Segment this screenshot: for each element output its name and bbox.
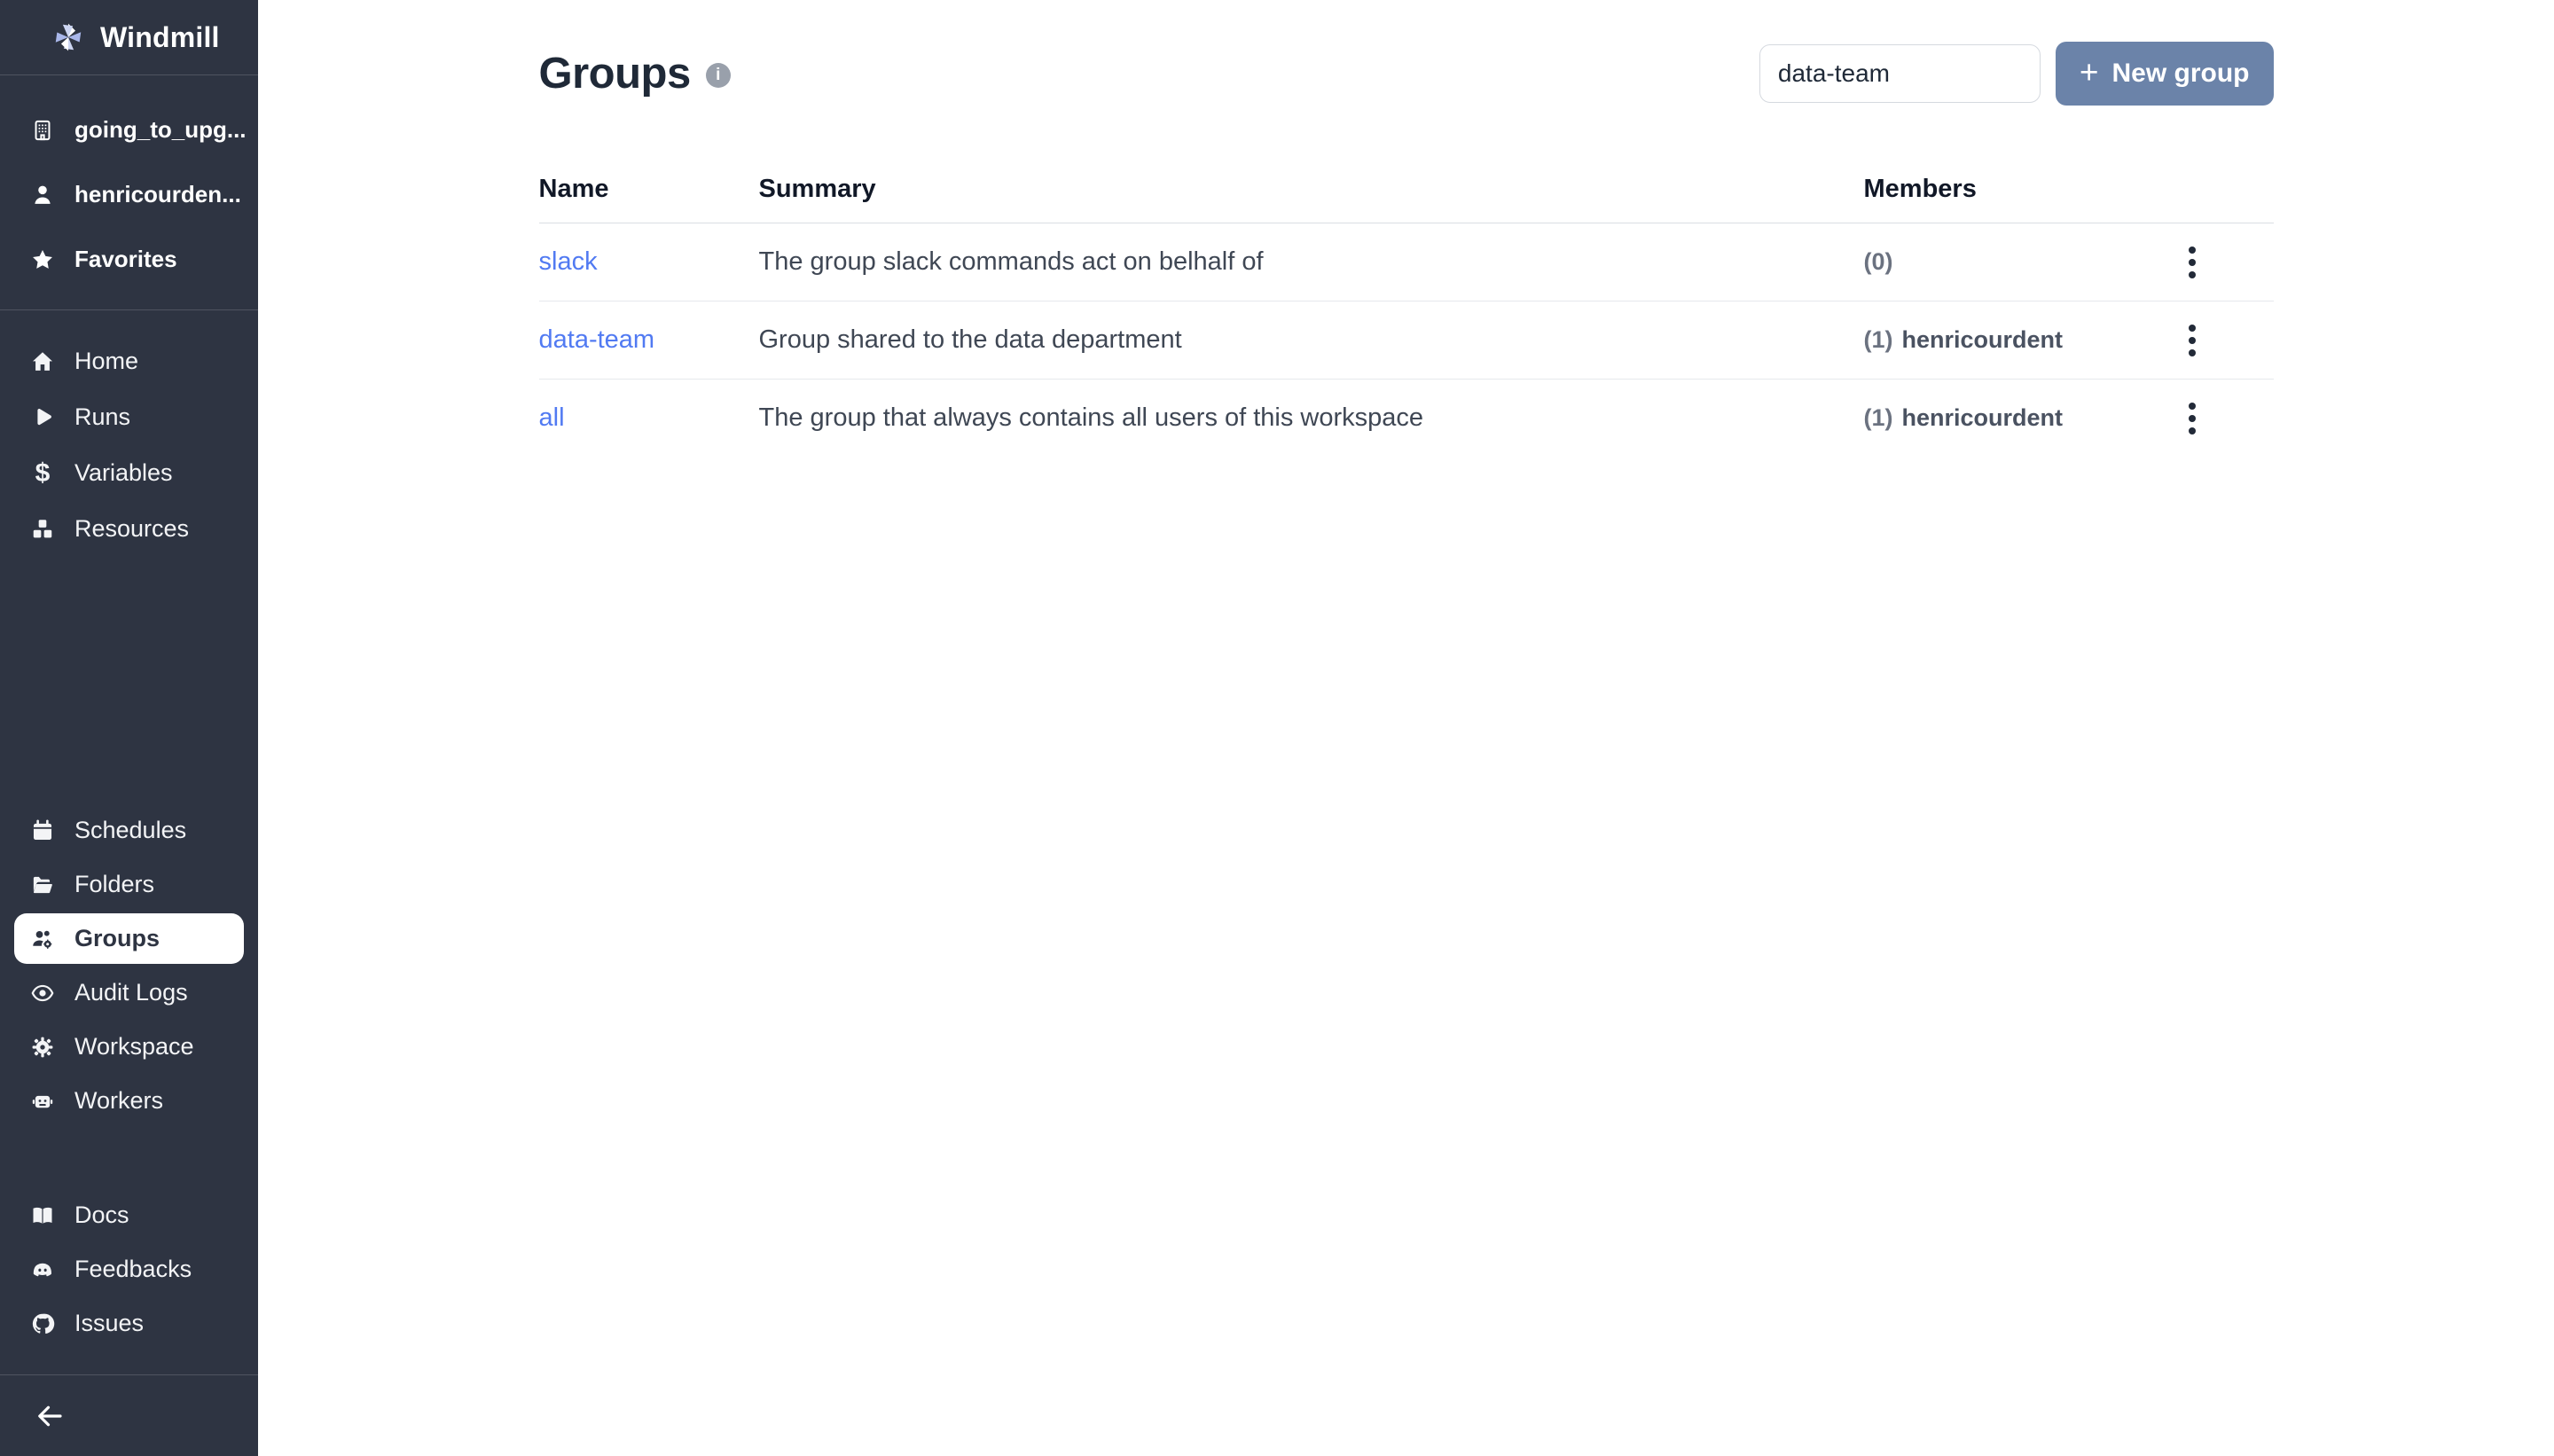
new-group-button[interactable]: + New group: [2056, 42, 2274, 106]
column-header-members: Members: [1864, 175, 2166, 204]
main-area: Groups i + New group Name Summary Member…: [258, 0, 2554, 1456]
group-summary: Group shared to the data department: [759, 325, 1864, 355]
nav-label: Variables: [74, 459, 173, 487]
plus-icon: +: [2080, 56, 2099, 89]
collapse-sidebar-button[interactable]: [27, 1393, 73, 1439]
user-group-gear-icon: [30, 927, 55, 951]
group-summary: The group that always contains all users…: [759, 403, 1864, 433]
nav-label: Workspace: [74, 1033, 194, 1061]
arrow-left-icon: [34, 1400, 66, 1432]
star-icon: [30, 247, 55, 272]
sidebar-item-favorites[interactable]: Favorites: [0, 227, 258, 292]
user-menu[interactable]: henricourden...: [0, 162, 258, 227]
github-icon: [30, 1311, 55, 1336]
brand-name: Windmill: [100, 21, 220, 54]
sidebar-item-audit-logs[interactable]: Audit Logs: [0, 966, 258, 1020]
page-title: Groups: [539, 49, 691, 98]
row-menu-kebab-icon[interactable]: [2174, 314, 2210, 367]
robot-icon: [30, 1089, 55, 1114]
table-row: slack The group slack commands act on be…: [539, 223, 2274, 301]
members-names: henricourdent: [1902, 326, 2064, 353]
user-icon: [30, 183, 55, 207]
nav-label: Audit Logs: [74, 979, 188, 1006]
workspace-switcher[interactable]: going_to_upg...: [0, 98, 258, 162]
cubes-icon: [30, 517, 55, 542]
discord-icon: [30, 1257, 55, 1282]
sidebar-item-home[interactable]: Home: [0, 333, 258, 389]
sidebar: Windmill going_to_upg...: [0, 0, 258, 1456]
group-link[interactable]: slack: [539, 247, 598, 276]
members-count: (1): [1864, 326, 1893, 353]
building-icon: [30, 118, 55, 143]
calendar-icon: [30, 818, 55, 843]
group-link[interactable]: data-team: [539, 325, 655, 354]
nav-label: Home: [74, 348, 138, 375]
group-search-input[interactable]: [1759, 44, 2041, 103]
sidebar-item-folders[interactable]: Folders: [0, 857, 258, 912]
eye-icon: [30, 981, 55, 1006]
nav-label: Workers: [74, 1087, 163, 1115]
nav-label: Runs: [74, 403, 130, 431]
folder-open-icon: [30, 873, 55, 897]
sidebar-item-issues[interactable]: Issues: [0, 1296, 258, 1350]
table-header-row: Name Summary Members: [539, 155, 2274, 223]
group-summary: The group slack commands act on belhalf …: [759, 247, 1864, 277]
column-header-summary: Summary: [759, 175, 1864, 204]
sidebar-item-groups[interactable]: Groups: [14, 913, 244, 964]
table-row: all The group that always contains all u…: [539, 379, 2274, 457]
sidebar-item-workers[interactable]: Workers: [0, 1074, 258, 1128]
brand-logo[interactable]: Windmill: [0, 0, 258, 75]
nav-label: Feedbacks: [74, 1256, 192, 1283]
new-group-button-label: New group: [2112, 59, 2250, 89]
group-link[interactable]: all: [539, 403, 565, 432]
nav-label: Issues: [74, 1310, 144, 1337]
sidebar-item-resources[interactable]: Resources: [0, 501, 258, 557]
row-menu-kebab-icon[interactable]: [2174, 392, 2210, 445]
sidebar-item-schedules[interactable]: Schedules: [0, 803, 258, 857]
user-label: henricourden...: [74, 181, 241, 208]
gear-icon: [30, 1035, 55, 1060]
nav-label: Docs: [74, 1202, 129, 1229]
sidebar-item-workspace[interactable]: Workspace: [0, 1020, 258, 1074]
play-icon: [30, 405, 55, 430]
row-menu-kebab-icon[interactable]: [2174, 236, 2210, 289]
windmill-logo-icon: [50, 19, 87, 56]
info-icon[interactable]: i: [706, 63, 731, 88]
members-names: henricourdent: [1902, 404, 2064, 431]
nav-label: Groups: [74, 925, 160, 952]
sidebar-item-runs[interactable]: Runs: [0, 389, 258, 445]
sidebar-item-docs[interactable]: Docs: [0, 1188, 258, 1242]
column-header-name: Name: [539, 175, 759, 204]
home-icon: [30, 349, 55, 374]
sidebar-item-variables[interactable]: $ Variables: [0, 445, 258, 501]
members-count: (1): [1864, 404, 1893, 431]
sidebar-item-feedbacks[interactable]: Feedbacks: [0, 1242, 258, 1296]
nav-label: Schedules: [74, 817, 186, 844]
groups-table: Name Summary Members slack The group sla…: [539, 155, 2274, 457]
dollar-icon: $: [30, 461, 55, 486]
members-count: (0): [1864, 248, 1893, 275]
book-open-icon: [30, 1203, 55, 1228]
favorites-label: Favorites: [74, 246, 177, 273]
nav-label: Resources: [74, 515, 189, 543]
nav-label: Folders: [74, 871, 154, 898]
workspace-label: going_to_upg...: [74, 116, 247, 144]
table-row: data-team Group shared to the data depar…: [539, 301, 2274, 379]
